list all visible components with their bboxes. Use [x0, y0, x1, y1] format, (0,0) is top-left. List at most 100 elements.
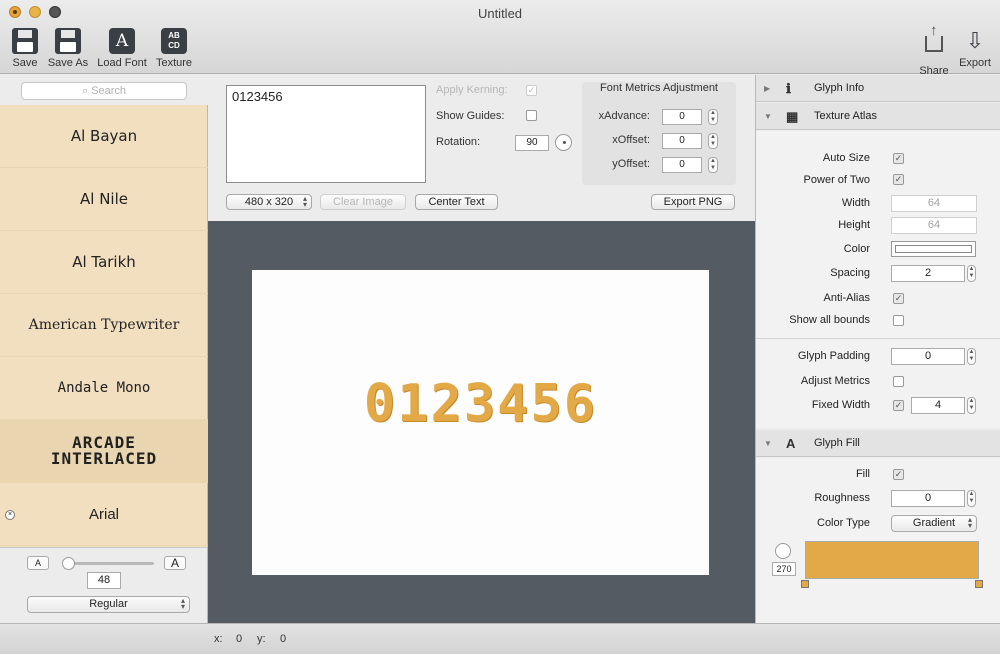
font-list-item[interactable]: Al Tarikh	[0, 231, 208, 294]
font-sidebar: ⌕ Search Al Bayan Al Nile Al Tarikh Amer…	[0, 75, 208, 623]
close-icon[interactable]: ×	[5, 510, 15, 520]
texture-button[interactable]: AB CD Texture	[154, 28, 194, 69]
x-offset-label: xOffset:	[612, 134, 650, 146]
texture-label: Texture	[155, 57, 193, 69]
info-icon: ℹ	[786, 81, 791, 96]
spacing-label: Spacing	[830, 267, 870, 279]
texture-atlas-header[interactable]: ▼ ▦ Texture Atlas	[756, 103, 1000, 130]
height-label: Height	[838, 219, 870, 231]
disclosure-down-icon: ▼	[764, 439, 772, 448]
fill-checkbox[interactable]: ✓	[893, 469, 904, 480]
save-as-button[interactable]: Save As	[46, 28, 90, 69]
gradient-preview[interactable]	[805, 541, 979, 579]
font-list-item[interactable]: Al Nile	[0, 168, 208, 231]
fixed-width-stepper[interactable]: ▲ ▼	[967, 397, 976, 414]
preview-canvas[interactable]: 0123456	[252, 270, 709, 575]
font-size-slider[interactable]	[62, 557, 154, 570]
anti-alias-checkbox[interactable]: ✓	[893, 293, 904, 304]
inspector-panel: ▶ ℹ Glyph Info ▼ ▦ Texture Atlas Auto Si…	[755, 75, 1000, 623]
color-type-label: Color Type	[817, 517, 870, 529]
decrease-size-button[interactable]: A	[27, 556, 49, 570]
texture-atlas-section: Auto Size ✓ Power of Two ✓ Width 64 Heig…	[756, 131, 1000, 428]
color-type-select[interactable]: Gradient ▴ ▾	[891, 515, 977, 532]
y-offset-field[interactable]: 0	[662, 157, 702, 173]
gradient-stop-end[interactable]	[975, 580, 983, 588]
adjust-metrics-label: Adjust Metrics	[800, 375, 870, 387]
spacing-stepper[interactable]: ▲ ▼	[967, 265, 976, 282]
color-well[interactable]	[891, 241, 976, 257]
font-size-field[interactable]: 48	[87, 572, 121, 589]
x-advance-field[interactable]: 0	[662, 109, 702, 125]
spacing-field[interactable]: 2	[891, 265, 965, 282]
fixed-width-label: Fixed Width	[811, 399, 870, 411]
canvas-area: 0123456	[208, 221, 755, 623]
x-offset-field[interactable]: 0	[662, 133, 702, 149]
show-all-bounds-checkbox[interactable]	[893, 315, 904, 326]
glyph-info-header[interactable]: ▶ ℹ Glyph Info	[756, 75, 1000, 102]
font-list-item[interactable]: Al Bayan	[0, 105, 208, 168]
height-field[interactable]: 64	[891, 217, 977, 234]
search-area: ⌕ Search	[0, 75, 208, 105]
rotation-dial[interactable]	[555, 134, 572, 151]
save-button[interactable]: Save	[11, 28, 39, 69]
glyph-padding-stepper[interactable]: ▲ ▼	[967, 348, 976, 365]
title-bar: Untitled Save Save As A Load Font AB CD …	[0, 0, 1000, 77]
font-size-slider-knob[interactable]	[62, 557, 75, 570]
divider	[756, 338, 1000, 339]
window-title: Untitled	[477, 6, 523, 21]
fixed-width-checkbox[interactable]: ✓	[893, 400, 904, 411]
font-list-item[interactable]: Andale Mono	[0, 357, 208, 420]
text-controls-panel: 0123456 Apply Kerning: ✓ Show Guides: Ro…	[208, 75, 755, 221]
glyph-a-icon: A	[786, 436, 796, 451]
font-list-item-selected[interactable]: ARCADE INTERLACED	[0, 420, 208, 483]
show-all-bounds-label: Show all bounds	[789, 314, 870, 326]
load-font-label: Load Font	[97, 57, 147, 69]
atlas-icon: ▦	[786, 109, 799, 124]
share-button[interactable]: Share	[918, 22, 950, 77]
disclosure-right-icon: ▶	[764, 84, 771, 93]
rotation-field[interactable]: 90	[515, 135, 549, 151]
show-guides-checkbox[interactable]	[526, 110, 537, 121]
center-text-button[interactable]: Center Text	[415, 194, 498, 210]
export-icon: ⇩	[965, 28, 985, 53]
gradient-stop-start[interactable]	[801, 580, 809, 588]
font-list-item[interactable]: American Typewriter	[0, 294, 208, 357]
y-offset-stepper[interactable]: ▲ ▼	[708, 157, 718, 173]
x-advance-stepper[interactable]: ▲ ▼	[708, 109, 718, 125]
color-swatch	[895, 245, 972, 253]
font-list-item[interactable]: × Arial	[0, 483, 208, 546]
roughness-field[interactable]: 0	[891, 490, 965, 507]
canvas-size-select[interactable]: 480 x 320 ▴ ▾	[226, 194, 312, 210]
roughness-stepper[interactable]: ▲ ▼	[967, 490, 976, 507]
font-size-controls: A A 48 Regular ▴ ▾	[0, 547, 207, 623]
glyph-fill-header[interactable]: ▼ A Glyph Fill	[756, 430, 1000, 457]
load-font-button[interactable]: A Load Font	[95, 28, 149, 69]
save-label: Save	[12, 57, 38, 69]
text-input[interactable]: 0123456	[226, 85, 426, 183]
y-coordinate-value: 0	[280, 633, 287, 645]
y-offset-label: yOffset:	[612, 158, 650, 170]
auto-size-checkbox[interactable]: ✓	[893, 153, 904, 164]
apply-kerning-label: Apply Kerning:	[436, 84, 508, 96]
adjust-metrics-checkbox[interactable]	[893, 376, 904, 387]
glyph-padding-field[interactable]: 0	[891, 348, 965, 365]
y-coordinate-label: y:	[257, 633, 266, 645]
export-png-button[interactable]: Export PNG	[651, 194, 735, 210]
roughness-label: Roughness	[814, 492, 870, 504]
x-offset-stepper[interactable]: ▲ ▼	[708, 133, 718, 149]
status-bar: x: 0 y: 0	[0, 623, 1000, 654]
increase-size-button[interactable]: A	[164, 556, 186, 570]
clear-image-button[interactable]: Clear Image	[320, 194, 406, 210]
width-field[interactable]: 64	[891, 195, 977, 212]
save-as-label: Save As	[47, 57, 89, 69]
gradient-angle-dial[interactable]	[775, 543, 791, 559]
search-icon: ⌕	[81, 85, 89, 97]
chevron-updown-icon: ▴ ▾	[302, 194, 307, 209]
export-button[interactable]: ⇩ Export	[955, 28, 995, 69]
gradient-angle-field[interactable]: 270	[772, 562, 796, 576]
apply-kerning-checkbox[interactable]: ✓	[526, 85, 537, 96]
font-style-select[interactable]: Regular ▴ ▾	[27, 596, 190, 613]
fixed-width-field[interactable]: 4	[911, 397, 965, 414]
power-of-two-checkbox[interactable]: ✓	[893, 174, 904, 185]
font-search-input[interactable]: ⌕ Search	[21, 82, 187, 100]
